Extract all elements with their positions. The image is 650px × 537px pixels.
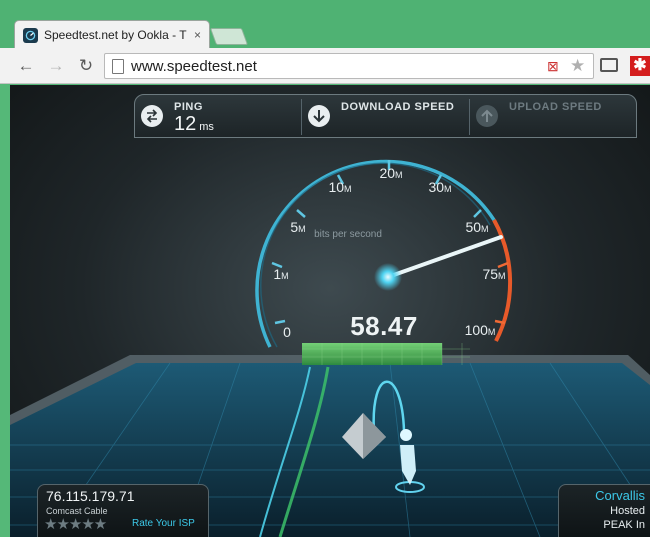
- page-icon: [112, 59, 124, 74]
- extension-icon[interactable]: ✱: [630, 56, 650, 76]
- bits-per-second-caption: bits per second: [314, 229, 382, 240]
- browser-tab[interactable]: Speedtest.net by Ookla - T ×: [14, 20, 210, 49]
- ping-value: 12 ms: [174, 113, 214, 136]
- gauge-label-value: 5: [290, 219, 299, 235]
- gauge-label-10m: 10M: [318, 179, 362, 195]
- server-info-panel: Corvallis Hosted PEAK In: [558, 484, 650, 537]
- gauge-label-30m: 30M: [418, 179, 462, 195]
- current-speed-value: 58.47: [350, 311, 418, 341]
- cast-icon[interactable]: [600, 58, 618, 72]
- stats-header: PING 12 ms DOWNLOAD SPEED UPLOAD SPEED: [134, 94, 637, 138]
- speedtest-page: PING 12 ms DOWNLOAD SPEED UPLOAD SPEED 0 …: [10, 85, 650, 537]
- blocked-content-icon[interactable]: ⊠: [547, 58, 559, 75]
- gauge-hub: [374, 263, 402, 291]
- gauge-label-value: 50: [465, 219, 482, 235]
- ping-stat: PING 12 ms: [135, 95, 301, 139]
- gauge-label-0: 0: [265, 324, 309, 340]
- gauge-label-20m: 20M: [369, 165, 413, 181]
- gauge-label-unit: M: [498, 271, 506, 281]
- gauge-label-unit: M: [344, 184, 352, 194]
- gauge-label-value: 75: [482, 266, 499, 282]
- gauge-label-value: 0: [283, 324, 291, 340]
- browser-toolbar: ← → ↻ www.speedtest.net ⊠ ★ ✱: [0, 48, 650, 84]
- rate-isp-link[interactable]: Rate Your ISP: [132, 518, 195, 529]
- rating-stars-icon[interactable]: ★★★★★: [44, 515, 107, 533]
- download-arrow-icon: [308, 105, 330, 127]
- browser-titlebar: Speedtest.net by Ookla - T ×: [0, 0, 650, 49]
- new-tab-button[interactable]: [209, 28, 249, 45]
- gauge-label-value: 30: [428, 179, 445, 195]
- url-text[interactable]: www.speedtest.net: [131, 58, 257, 75]
- server-city[interactable]: Corvallis: [595, 488, 645, 503]
- gauge-label-value: 20: [379, 165, 396, 181]
- ping-label: PING: [174, 101, 203, 113]
- gauge-label-50m: 50M: [455, 219, 499, 235]
- download-label: DOWNLOAD SPEED: [341, 101, 455, 113]
- speedtest-favicon-icon: [23, 27, 38, 43]
- client-info-panel: 76.115.179.71 Comcast Cable ★★★★★ Rate Y…: [37, 484, 209, 537]
- gauge-label-100m: 100M: [458, 322, 502, 338]
- ping-number: 12: [174, 113, 197, 135]
- upload-stat: UPLOAD SPEED: [470, 95, 638, 139]
- address-bar[interactable]: www.speedtest.net ⊠ ★: [104, 53, 594, 79]
- gauge-label-unit: M: [481, 224, 489, 234]
- gauge-label-value: 1: [273, 266, 282, 282]
- ping-arrows-icon: [141, 105, 163, 127]
- upload-arrow-icon: [476, 105, 498, 127]
- reload-icon[interactable]: ↻: [76, 56, 96, 76]
- download-stat: DOWNLOAD SPEED: [302, 95, 469, 139]
- gauge-label-unit: M: [281, 271, 289, 281]
- gauge-label-1m: 1M: [259, 266, 303, 282]
- gauge-label-unit: M: [487, 327, 496, 337]
- gauge-label-unit: M: [444, 184, 452, 194]
- ip-address: 76.115.179.71: [46, 488, 135, 504]
- user-avatar-icon: [400, 429, 412, 441]
- back-arrow-icon[interactable]: ←: [16, 56, 36, 76]
- gauge-label-value: 100: [464, 322, 488, 338]
- gauge-label-value: 10: [328, 179, 345, 195]
- bookmark-star-icon[interactable]: ★: [570, 56, 585, 76]
- forward-arrow-icon[interactable]: →: [46, 56, 66, 76]
- gauge-label-unit: M: [298, 224, 306, 234]
- hosted-by-label: Hosted: [610, 505, 645, 517]
- tab-title: Speedtest.net by Ookla - T: [44, 28, 187, 42]
- speed-graph-bar: [302, 343, 442, 365]
- tab-close-icon[interactable]: ×: [194, 28, 201, 42]
- ping-unit: ms: [199, 121, 214, 133]
- gauge-label-unit: M: [395, 170, 403, 180]
- server-host: PEAK In: [603, 519, 645, 531]
- upload-label: UPLOAD SPEED: [509, 101, 602, 113]
- gauge-label-75m: 75M: [472, 266, 516, 282]
- speed-gauge-graphic: [10, 159, 650, 537]
